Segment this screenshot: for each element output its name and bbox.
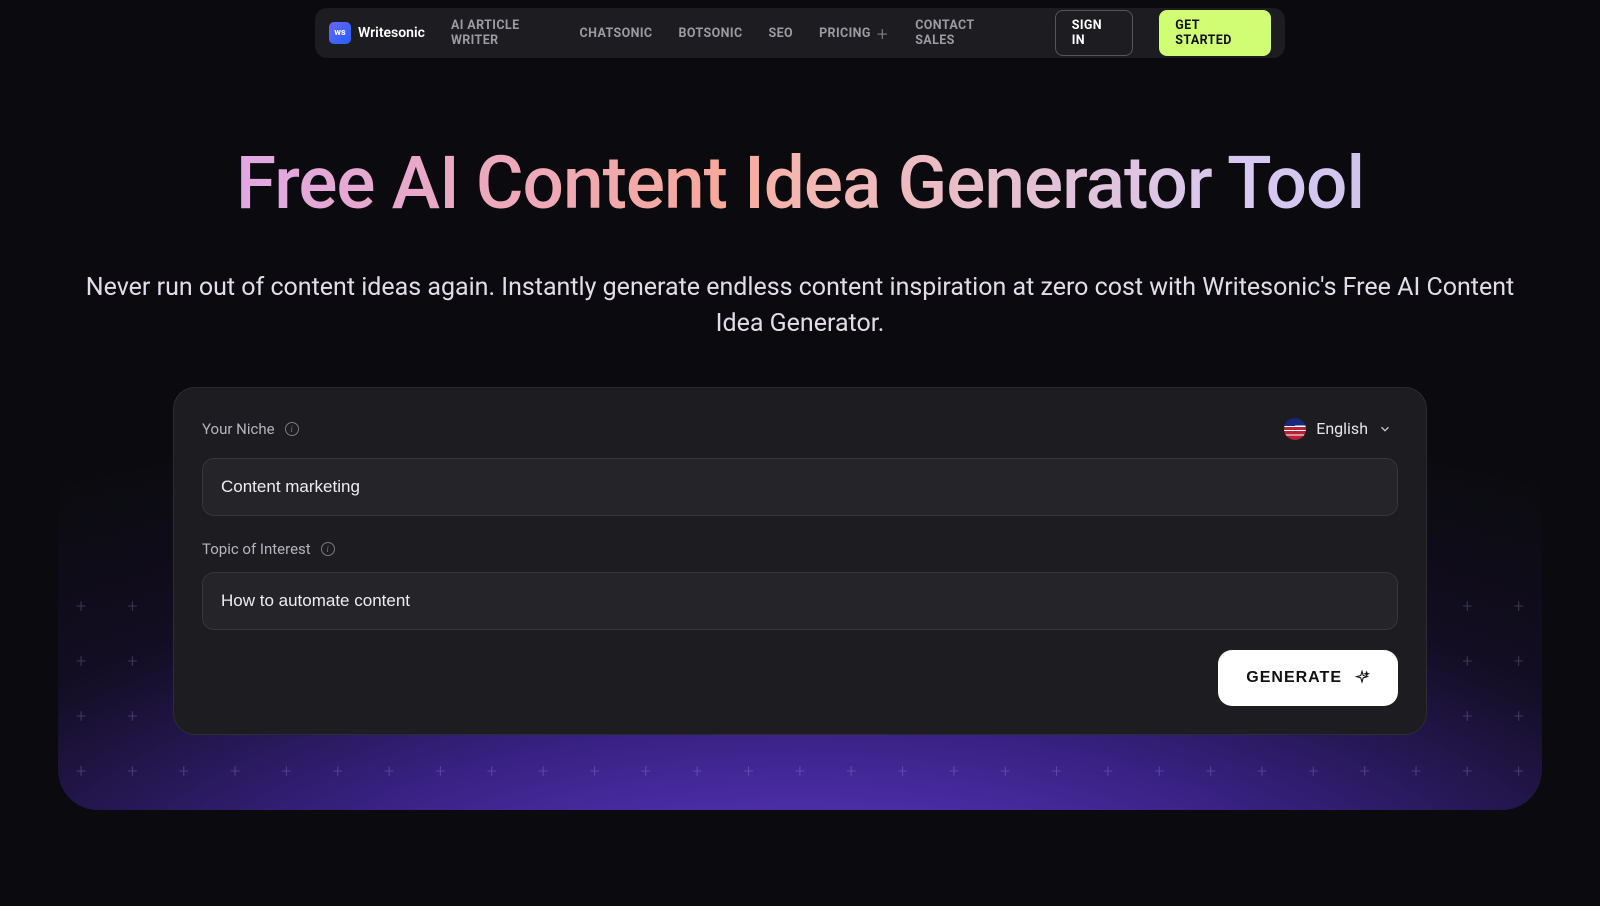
hero-panel: +++++++++++++++++++++++++++++ ++++++++++…	[58, 70, 1542, 810]
generate-button[interactable]: GENERATE	[1218, 650, 1398, 706]
nav-links: AI ARTICLE WRITER CHATSONIC BOTSONIC SEO…	[451, 18, 1003, 48]
generator-form: Your Niche i English Topic of Interest i…	[173, 387, 1427, 735]
nav-contact-sales[interactable]: CONTACT SALES	[915, 18, 1003, 48]
nav-ai-article-writer[interactable]: AI ARTICLE WRITER	[451, 18, 554, 48]
logo[interactable]: ws Writesonic	[329, 22, 425, 44]
chevron-down-icon	[1378, 422, 1392, 436]
brand-name: Writesonic	[358, 25, 425, 41]
nav-pricing[interactable]: PRICING ＋	[819, 24, 889, 43]
nav-seo[interactable]: SEO	[769, 26, 794, 41]
nav-pricing-label: PRICING	[819, 26, 871, 41]
top-nav: ws Writesonic AI ARTICLE WRITER CHATSONI…	[315, 8, 1285, 58]
us-flag-icon	[1284, 418, 1306, 440]
page-subtitle: Never run out of content ideas again. In…	[58, 270, 1542, 343]
niche-label-text: Your Niche	[202, 420, 275, 438]
logo-mark-icon: ws	[329, 22, 351, 44]
generate-label: GENERATE	[1246, 669, 1342, 687]
nav-chatsonic[interactable]: CHATSONIC	[580, 26, 653, 41]
info-icon[interactable]: i	[321, 542, 335, 556]
get-started-button[interactable]: GET STARTED	[1159, 10, 1271, 56]
topic-label-text: Topic of Interest	[202, 540, 311, 558]
topic-label: Topic of Interest i	[202, 540, 1398, 558]
info-icon[interactable]: i	[285, 422, 299, 436]
topic-input[interactable]	[202, 572, 1398, 630]
nav-botsonic[interactable]: BOTSONIC	[679, 26, 743, 41]
niche-input[interactable]	[202, 458, 1398, 516]
sign-in-button[interactable]: SIGN IN	[1055, 10, 1134, 56]
language-selector[interactable]: English	[1278, 414, 1398, 444]
page-title: Free AI Content Idea Generator Tool	[58, 140, 1542, 226]
niche-label: Your Niche i	[202, 420, 299, 438]
plus-icon: ＋	[876, 24, 889, 43]
language-name: English	[1316, 419, 1368, 438]
sparkle-icon	[1354, 670, 1370, 686]
